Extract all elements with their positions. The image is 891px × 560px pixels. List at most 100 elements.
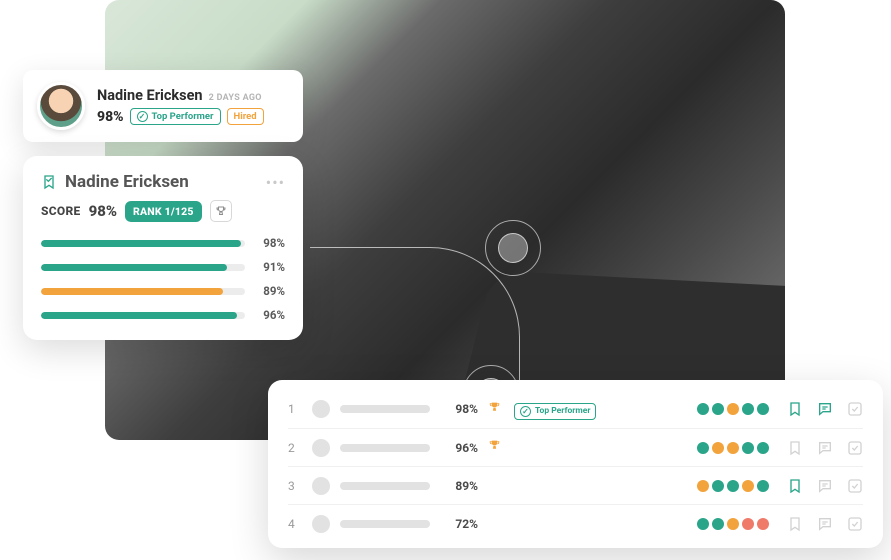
score-bar-fill xyxy=(41,288,223,295)
check-icon[interactable] xyxy=(847,516,863,532)
row-name-placeholder xyxy=(340,520,430,528)
trophy-icon xyxy=(488,477,504,494)
trophy-icon xyxy=(488,515,504,532)
row-score: 72% xyxy=(440,517,478,531)
chat-icon[interactable] xyxy=(817,516,833,532)
candidate-score: 98% xyxy=(97,109,124,125)
row-score: 96% xyxy=(440,441,478,455)
check-icon[interactable] xyxy=(847,478,863,494)
avatar xyxy=(312,439,330,457)
bookmark-icon[interactable] xyxy=(787,401,803,417)
radar-ring xyxy=(498,233,528,263)
top-performer-label: Top Performer xyxy=(152,111,214,122)
score-label: SCORE xyxy=(41,204,81,218)
table-row[interactable]: 1 98% Top Performer xyxy=(288,390,863,428)
more-icon[interactable]: ••• xyxy=(266,173,285,192)
table-row[interactable]: 4 72% xyxy=(288,504,863,542)
row-rank: 1 xyxy=(288,402,302,416)
row-score: 98% xyxy=(440,402,478,416)
row-dots xyxy=(697,442,769,454)
status-dot xyxy=(697,403,709,415)
status-dot xyxy=(757,518,769,530)
status-dot xyxy=(727,518,739,530)
row-name-placeholder xyxy=(340,482,430,490)
check-icon[interactable] xyxy=(847,440,863,456)
status-dot xyxy=(757,480,769,492)
candidate-time-ago: 2 DAYS AGO xyxy=(209,93,262,103)
status-dot xyxy=(697,480,709,492)
table-row[interactable]: 2 96% xyxy=(288,428,863,466)
status-dot xyxy=(742,480,754,492)
status-dot xyxy=(712,518,724,530)
candidate-detail-card: Nadine Ericksen ••• SCORE 98% RANK 1/125… xyxy=(23,156,303,340)
avatar xyxy=(312,515,330,533)
avatar xyxy=(312,477,330,495)
top-performer-badge: Top Performer xyxy=(514,403,596,420)
row-dots xyxy=(697,518,769,530)
status-dot xyxy=(697,518,709,530)
candidate-detail-name: Nadine Ericksen xyxy=(65,172,258,192)
avatar xyxy=(312,400,330,418)
score-bar-track xyxy=(41,240,245,247)
candidate-chip-card[interactable]: Nadine Ericksen 2 DAYS AGO 98% Top Perfo… xyxy=(23,70,303,142)
status-dot xyxy=(742,518,754,530)
score-bar-row: 98% xyxy=(41,236,285,250)
check-icon[interactable] xyxy=(847,401,863,417)
trophy-icon xyxy=(488,439,504,456)
row-name-placeholder xyxy=(340,444,430,452)
status-dot xyxy=(697,442,709,454)
score-bar-pct: 96% xyxy=(255,308,285,322)
score-bar-row: 89% xyxy=(41,284,285,298)
score-bar-track xyxy=(41,312,245,319)
chat-icon[interactable] xyxy=(817,401,833,417)
row-dots xyxy=(697,403,769,415)
bookmark-icon[interactable] xyxy=(787,478,803,494)
row-rank: 4 xyxy=(288,517,302,531)
hired-badge: Hired xyxy=(227,108,264,125)
row-tag: Top Performer xyxy=(514,399,614,420)
score-bar-fill xyxy=(41,264,227,271)
chat-icon[interactable] xyxy=(817,478,833,494)
status-dot xyxy=(727,442,739,454)
trophy-icon[interactable] xyxy=(210,200,232,222)
row-rank: 3 xyxy=(288,479,302,493)
score-bar-pct: 89% xyxy=(255,284,285,298)
trophy-icon xyxy=(488,401,504,418)
rank-badge: RANK 1/125 xyxy=(125,201,202,222)
avatar xyxy=(37,82,85,130)
status-dot xyxy=(712,480,724,492)
row-rank: 2 xyxy=(288,441,302,455)
status-dot xyxy=(757,403,769,415)
score-bar-fill xyxy=(41,312,237,319)
status-dot xyxy=(757,442,769,454)
score-bar-track xyxy=(41,264,245,271)
status-dot xyxy=(742,403,754,415)
bookmark-icon[interactable] xyxy=(41,173,57,191)
status-dot xyxy=(727,480,739,492)
chat-icon[interactable] xyxy=(817,440,833,456)
leaderboard-card: 1 98% Top Performer 2 96% 3 89% 4 72% xyxy=(268,380,883,548)
row-score: 89% xyxy=(440,479,478,493)
row-name-placeholder xyxy=(340,405,430,413)
score-bar-pct: 98% xyxy=(255,236,285,250)
score-bar-fill xyxy=(41,240,241,247)
score-bar-row: 91% xyxy=(41,260,285,274)
top-performer-label: Top Performer xyxy=(535,406,590,416)
check-circle-icon xyxy=(137,111,148,122)
table-row[interactable]: 3 89% xyxy=(288,466,863,504)
status-dot xyxy=(742,442,754,454)
bookmark-icon[interactable] xyxy=(787,440,803,456)
bookmark-icon[interactable] xyxy=(787,516,803,532)
score-bar-pct: 91% xyxy=(255,260,285,274)
row-dots xyxy=(697,480,769,492)
check-circle-icon xyxy=(520,406,531,417)
status-dot xyxy=(712,442,724,454)
candidate-name: Nadine Ericksen xyxy=(97,87,203,104)
status-dot xyxy=(712,403,724,415)
score-value: 98% xyxy=(89,202,117,220)
score-bar-row: 96% xyxy=(41,308,285,322)
hired-label: Hired xyxy=(234,111,257,122)
status-dot xyxy=(727,403,739,415)
score-bar-track xyxy=(41,288,245,295)
top-performer-badge: Top Performer xyxy=(130,108,221,125)
